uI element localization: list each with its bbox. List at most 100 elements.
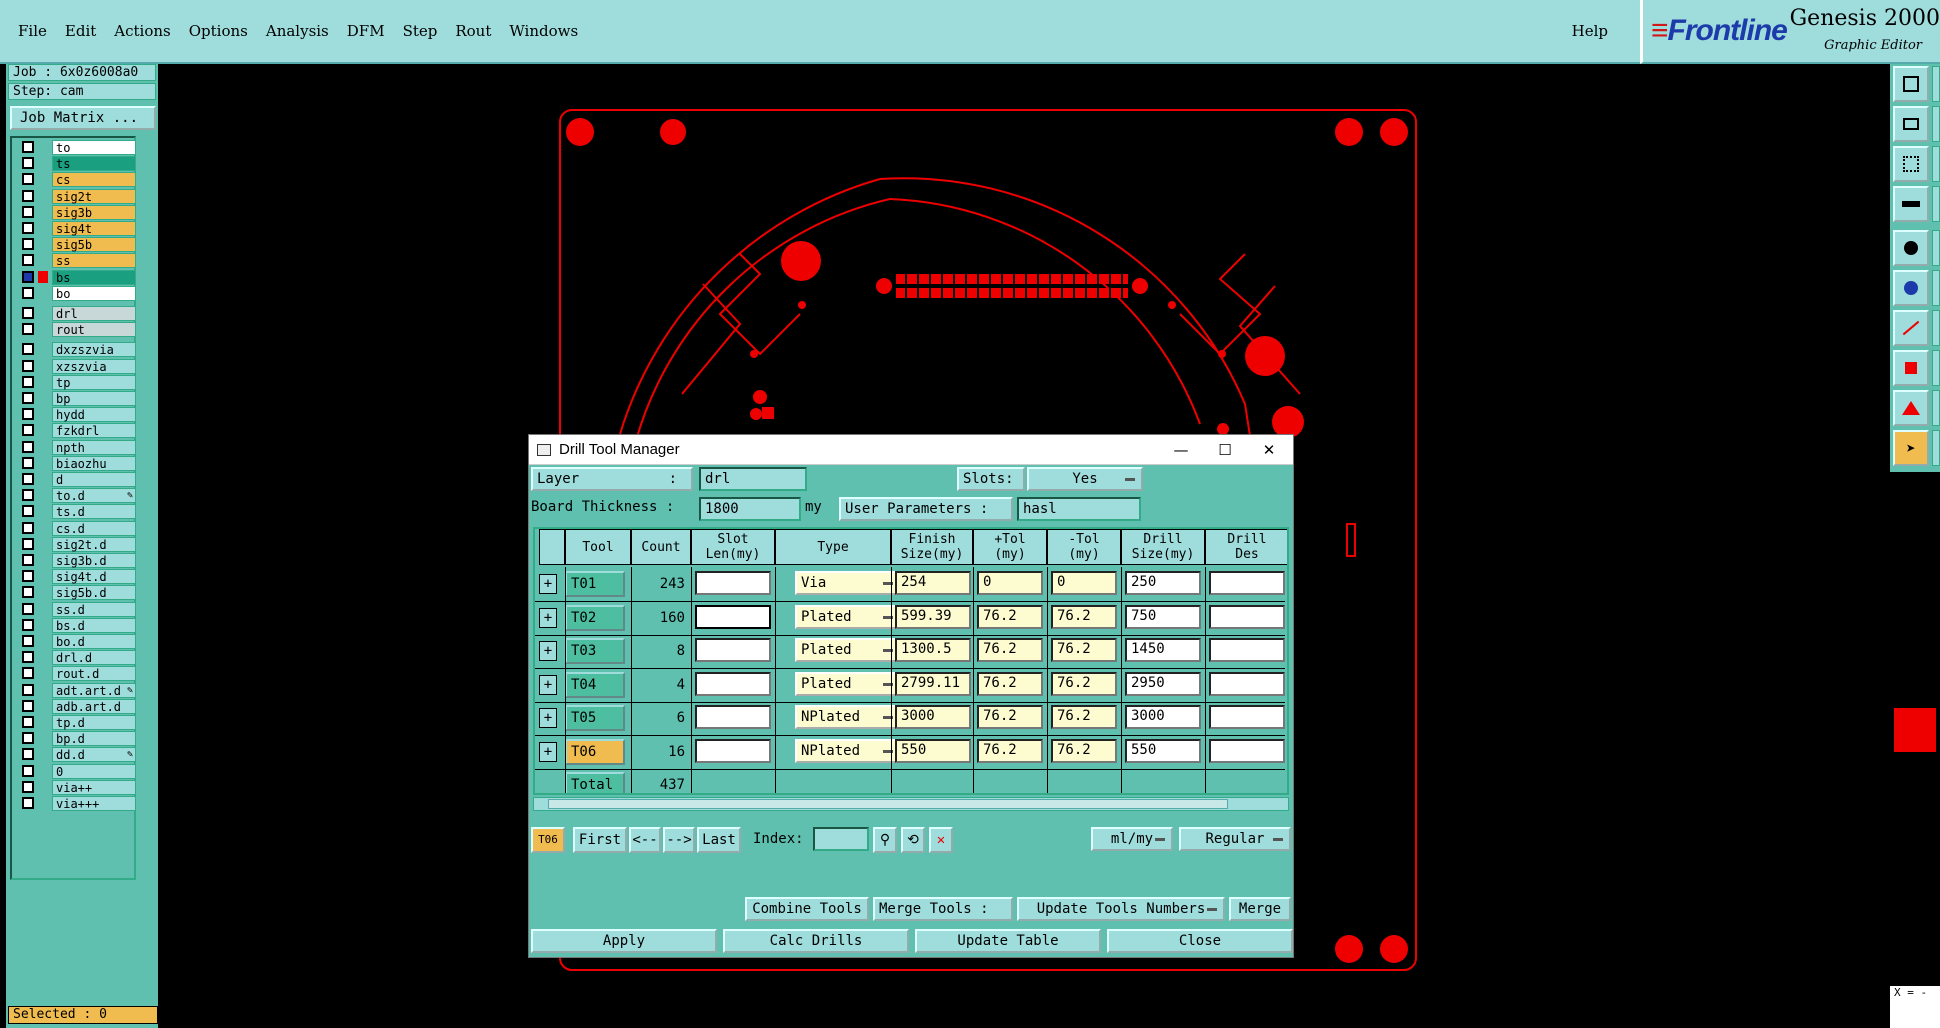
- layer-name[interactable]: sig5b.d: [52, 585, 136, 601]
- layer-row[interactable]: fzkdrl: [16, 423, 136, 439]
- finish-size-input[interactable]: 1300.5: [895, 638, 971, 662]
- drill-des-input[interactable]: [1209, 638, 1285, 662]
- layer-checkbox[interactable]: [22, 286, 34, 299]
- layer-row[interactable]: bp: [16, 391, 136, 406]
- row-expand-toggle[interactable]: +: [539, 574, 557, 594]
- menu-dfm[interactable]: DFM: [347, 22, 385, 40]
- layer-name[interactable]: tp: [52, 374, 136, 390]
- layer-name[interactable]: sig2t.d: [52, 536, 136, 552]
- layer-name[interactable]: d: [52, 472, 136, 487]
- drill-des-input[interactable]: [1209, 604, 1285, 629]
- slot-len-input[interactable]: [695, 738, 771, 763]
- board-thickness-input[interactable]: 1800: [699, 497, 801, 521]
- first-button[interactable]: First: [573, 827, 627, 853]
- layer-row[interactable]: ts: [16, 156, 136, 172]
- tool-name-button[interactable]: T05: [565, 705, 625, 731]
- layer-checkbox[interactable]: [22, 270, 34, 283]
- layer-checkbox[interactable]: [22, 797, 34, 809]
- layer-row[interactable]: sig3b.d: [16, 553, 136, 568]
- layer-name[interactable]: via+++: [52, 796, 136, 811]
- layer-name[interactable]: to.d ✎: [52, 488, 136, 504]
- layer-name[interactable]: npth: [52, 439, 136, 455]
- layer-row[interactable]: via+++: [16, 796, 136, 811]
- layer-checkbox[interactable]: [22, 651, 34, 664]
- layer-name[interactable]: bs.d: [52, 617, 136, 633]
- menu-file[interactable]: File: [18, 22, 47, 40]
- drill-size-input[interactable]: 2950: [1125, 671, 1201, 696]
- layer-name[interactable]: hydd: [52, 407, 136, 423]
- layer-name[interactable]: 0: [52, 763, 136, 779]
- layer-checkbox[interactable]: [22, 343, 34, 356]
- layer-checkbox[interactable]: [22, 489, 34, 502]
- slot-len-input[interactable]: [695, 638, 771, 662]
- slots-option[interactable]: Yes: [1027, 467, 1143, 491]
- menu-options[interactable]: Options: [189, 22, 248, 40]
- drill-des-input[interactable]: [1209, 571, 1285, 595]
- finish-size-input[interactable]: 254: [895, 571, 971, 595]
- layer-name[interactable]: biaozhu: [52, 455, 136, 471]
- slot-len-input[interactable]: [695, 604, 771, 629]
- select-icon[interactable]: [1893, 230, 1929, 266]
- layer-checkbox[interactable]: [22, 667, 34, 680]
- pad-icon[interactable]: [1893, 350, 1929, 386]
- layer-row[interactable]: rout.d: [16, 666, 136, 682]
- layer-checkbox[interactable]: [22, 359, 34, 372]
- line-icon[interactable]: [1893, 310, 1929, 346]
- layer-name[interactable]: bo.d: [52, 634, 136, 649]
- layer-checkbox[interactable]: [22, 408, 34, 421]
- layer-name[interactable]: dxzszvia: [52, 342, 136, 358]
- close-button[interactable]: Close: [1107, 929, 1293, 953]
- layer-row[interactable]: biaozhu: [16, 455, 136, 471]
- layer-row[interactable]: rout: [16, 322, 136, 338]
- layer-checkbox[interactable]: [22, 683, 34, 696]
- layer-row[interactable]: sig4t: [16, 221, 136, 236]
- layer-checkbox[interactable]: [22, 618, 34, 631]
- units-option[interactable]: ml/my: [1091, 827, 1173, 851]
- layer-name[interactable]: dd.d ✎: [52, 747, 136, 763]
- tool-type-option[interactable]: NPlated: [795, 705, 901, 729]
- plus-tol-input[interactable]: 76.2: [977, 738, 1043, 763]
- layer-row[interactable]: sig3b: [16, 204, 136, 220]
- layer-row[interactable]: ss: [16, 253, 136, 269]
- layer-checkbox[interactable]: [22, 173, 34, 186]
- drill-size-input[interactable]: 3000: [1125, 705, 1201, 729]
- slot-len-input[interactable]: [695, 671, 771, 696]
- refresh-icon[interactable]: ⟲: [901, 827, 925, 853]
- layer-name[interactable]: rout: [52, 322, 136, 338]
- layer-name[interactable]: via++: [52, 779, 136, 795]
- calc-drills-button[interactable]: Calc Drills: [723, 929, 909, 953]
- layer-name[interactable]: adb.art.d: [52, 698, 136, 714]
- layer-checkbox[interactable]: [22, 554, 34, 566]
- tool-name-button[interactable]: T03: [565, 638, 625, 664]
- layer-checkbox[interactable]: [22, 732, 34, 745]
- layer-checkbox[interactable]: [22, 716, 34, 728]
- slot-len-input[interactable]: [695, 705, 771, 729]
- layer-name[interactable]: cs: [52, 172, 136, 188]
- layer-name[interactable]: cs.d: [52, 520, 136, 536]
- index-input[interactable]: [813, 827, 869, 851]
- layer-name[interactable]: sig2t: [52, 188, 136, 204]
- next-button[interactable]: -->: [663, 827, 695, 853]
- job-matrix-button[interactable]: Job Matrix ...: [10, 106, 156, 130]
- layer-row[interactable]: dxzszvia: [16, 342, 136, 358]
- top-view-icon[interactable]: [1893, 66, 1929, 102]
- layer-row[interactable]: sig2t.d: [16, 536, 136, 552]
- apply-button[interactable]: Apply: [531, 929, 717, 953]
- plus-tol-input[interactable]: 76.2: [977, 638, 1043, 662]
- layer-checkbox[interactable]: [22, 521, 34, 534]
- tool-name-button[interactable]: T02: [565, 604, 625, 631]
- row-expand-toggle[interactable]: +: [539, 708, 557, 728]
- drill-des-input[interactable]: [1209, 738, 1285, 763]
- minimize-icon[interactable]: —: [1161, 437, 1201, 463]
- finish-size-input[interactable]: 599.39: [895, 604, 971, 629]
- mode-option[interactable]: Regular: [1179, 827, 1291, 851]
- layer-input[interactable]: drl: [699, 467, 807, 491]
- layer-checkbox[interactable]: [22, 570, 34, 583]
- drill-size-input[interactable]: 750: [1125, 604, 1201, 629]
- polygon-icon[interactable]: [1893, 390, 1929, 426]
- combine-tools-button[interactable]: Combine Tools: [745, 897, 869, 921]
- layer-name[interactable]: ts: [52, 156, 136, 172]
- menu-windows[interactable]: Windows: [509, 22, 578, 40]
- layer-row[interactable]: bo: [16, 285, 136, 301]
- menu-help[interactable]: Help: [1572, 22, 1608, 40]
